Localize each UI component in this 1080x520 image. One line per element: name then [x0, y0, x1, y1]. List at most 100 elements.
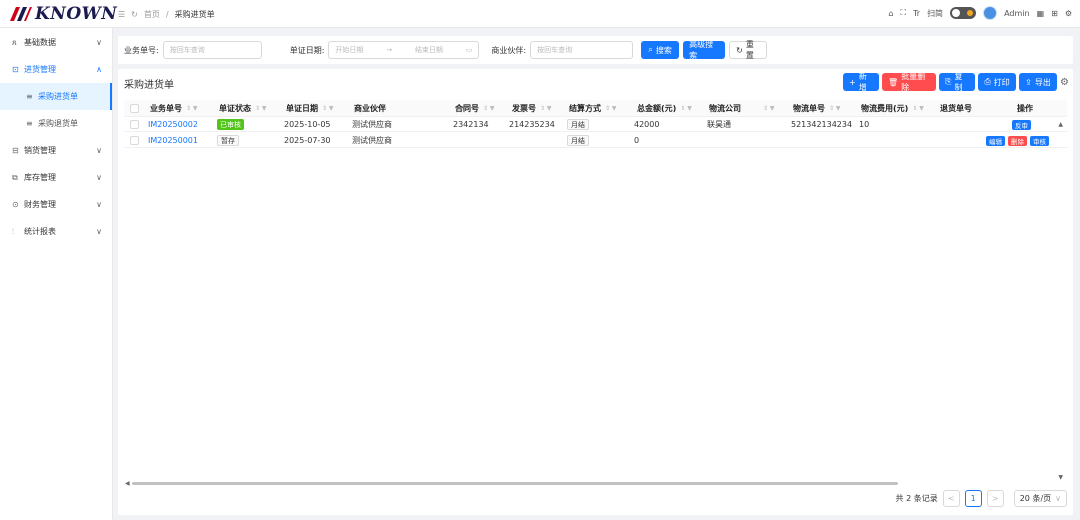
list-icon: ≡ — [26, 92, 33, 101]
page-size-select[interactable]: 20 条/页 ∨ — [1013, 490, 1067, 507]
logo-text: KNOWN — [35, 4, 118, 24]
fullscreen-icon[interactable]: ⛶ — [900, 8, 906, 18]
col-invoice[interactable]: 发票号 ⇕ ▼ — [512, 100, 552, 116]
column-settings-icon[interactable]: ⚙ — [1060, 77, 1069, 88]
col-contract[interactable]: 合同号 ⇕ ▼ — [455, 100, 495, 116]
col-date[interactable]: 单证日期 ⇕ ▼ — [286, 100, 334, 116]
scroll-up-icon[interactable]: ▲ — [1058, 121, 1063, 128]
layout-icon[interactable]: ▦ — [1037, 9, 1045, 18]
select-all-checkbox[interactable] — [130, 100, 139, 116]
biz-no-link[interactable]: IM20250001 — [148, 134, 198, 147]
export-button[interactable]: ⇪ 导出 — [1019, 73, 1058, 91]
home-icon[interactable]: ⌂ — [888, 9, 893, 18]
scroll-left-icon[interactable]: ◀ — [125, 480, 130, 487]
settle-badge: 月结 — [567, 119, 589, 130]
sidebar-item-label: 基础数据 — [24, 38, 56, 47]
date-label: 单证日期: — [289, 45, 325, 55]
print-button[interactable]: ⎙ 打印 — [978, 73, 1017, 91]
avatar[interactable] — [983, 6, 998, 20]
sidebar-item-reports[interactable]: ⫶ 统计报表 ∨ — [0, 218, 112, 245]
partner-input[interactable]: 按回车查询 — [530, 41, 634, 59]
table-row[interactable]: IM20250002 已审核 2025-10-05 测试供应商 2342134 … — [124, 118, 1067, 132]
delete-button[interactable]: 删除 — [1008, 135, 1027, 146]
refresh-icon[interactable]: ↻ — [131, 10, 138, 19]
logo: KNOWN — [10, 4, 118, 24]
scroll-down-icon[interactable]: ▼ — [1058, 474, 1063, 481]
advanced-search-button[interactable]: 高级搜索 — [683, 40, 726, 60]
col-amount[interactable]: 总金额(元) ⇕ ▼ — [637, 100, 692, 116]
outbox-icon: ⊟ — [12, 146, 19, 155]
row-checkbox[interactable] — [130, 134, 139, 147]
col-settle[interactable]: 结算方式 ⇕ ▼ — [569, 100, 617, 116]
col-return-no[interactable]: 退货单号 — [940, 100, 972, 116]
menu-fold-icon[interactable]: ☰ — [118, 10, 125, 19]
sidebar-item-label: 库存管理 — [24, 173, 56, 182]
col-biz-no[interactable]: 业务单号 ⇕ ▼ — [150, 100, 198, 116]
settings-icon[interactable]: ⚙ — [1065, 9, 1072, 18]
reset-button[interactable]: ↻ 重置 — [729, 40, 768, 60]
contract-cell: 2342134 — [453, 120, 489, 129]
amount-cell: 0 — [634, 136, 640, 145]
horizontal-scrollbar[interactable] — [132, 482, 898, 485]
col-label: 操作 — [1017, 103, 1033, 113]
breadcrumb-home[interactable]: 首页 — [144, 9, 160, 20]
col-logistics[interactable]: 物流公司 ⇕ ▼ — [709, 100, 775, 116]
sidebar-item-purchase-return[interactable]: ≡ 采购退货单 — [0, 110, 112, 137]
sort-filter-icon[interactable]: ⇕ ▼ — [605, 105, 617, 112]
status-cell: 已审核 — [217, 118, 244, 131]
batch-delete-button[interactable]: 🗑 批量删除 — [882, 72, 937, 92]
sidebar-item-sales-mgmt[interactable]: ⊟ 销货管理 ∨ — [0, 137, 112, 164]
sort-filter-icon[interactable]: ⇕ ▼ — [829, 105, 841, 112]
sidebar-item-basic-data[interactable]: ጸ 基础数据 ∨ — [0, 29, 112, 56]
biz-no-label: 业务单号: — [124, 45, 159, 55]
search-button[interactable]: ⌕ 搜索 — [641, 41, 680, 59]
sort-filter-icon[interactable]: ⇕ ▼ — [322, 105, 334, 112]
col-label: 单证日期 — [286, 103, 318, 113]
sort-filter-icon[interactable]: ⇕ ▼ — [483, 105, 495, 112]
add-button[interactable]: + 新增 — [843, 72, 880, 92]
page-1-button[interactable]: 1 — [964, 490, 982, 507]
sort-filter-icon[interactable]: ⇕ ▼ — [255, 105, 267, 112]
grid-icon[interactable]: ⊞ — [1051, 9, 1058, 18]
col-fee[interactable]: 物流费用(元) ⇕ ▼ — [861, 100, 924, 116]
sort-filter-icon[interactable]: ⇕ ▼ — [540, 105, 552, 112]
copy-button[interactable]: ⎘ 复制 — [939, 72, 976, 92]
font-size-button[interactable]: Tr — [913, 9, 920, 18]
col-status[interactable]: 单证状态 ⇕ ▼ — [219, 100, 267, 116]
export-button-label: 导出 — [1034, 77, 1051, 87]
breadcrumb: ☰ ↻ 首页 / 采购进货单 — [118, 9, 215, 20]
list-icon: ≡ — [26, 119, 33, 128]
approve-button[interactable]: 审核 — [1030, 135, 1049, 146]
biz-no-link[interactable]: IM20250002 — [148, 118, 198, 131]
total-records: 共 2 条记录 — [895, 494, 938, 503]
sort-filter-icon[interactable]: ⇕ ▼ — [186, 105, 198, 112]
sidebar-item-purchase-receipt[interactable]: ≡ 采购进货单 — [0, 83, 112, 110]
prev-page-button[interactable]: < — [942, 490, 960, 507]
col-label: 商业伙伴 — [354, 103, 386, 113]
col-partner[interactable]: 商业伙伴 ⇕ ▼ — [354, 100, 466, 116]
next-page-button[interactable]: > — [986, 490, 1004, 507]
col-label: 业务单号 — [150, 103, 182, 113]
sort-filter-icon[interactable]: ⇕ ▼ — [912, 105, 924, 112]
logistics-no-cell: 521342134234 — [791, 120, 853, 129]
col-label: 物流费用(元) — [861, 103, 909, 113]
language-button[interactable]: 扫简 — [927, 8, 943, 19]
sort-filter-icon[interactable]: ⇕ ▼ — [763, 105, 775, 112]
col-logistics-no[interactable]: 物流单号 ⇕ ▼ — [793, 100, 841, 116]
chevron-up-icon: ∧ — [96, 65, 102, 74]
col-label: 结算方式 — [569, 103, 601, 113]
partner-cell: 测试供应商 — [352, 136, 392, 145]
sidebar-item-stock-mgmt[interactable]: ⧉ 库存管理 ∨ — [0, 164, 112, 191]
date-range-picker[interactable]: 开始日期 → 结束日期 ▭ — [328, 41, 480, 59]
sidebar-item-purchase-mgmt[interactable]: ⊡ 进货管理 ∧ — [0, 56, 112, 83]
stock-icon: ⧉ — [12, 172, 18, 182]
theme-toggle[interactable] — [950, 7, 977, 19]
biz-no-input[interactable]: 按回车查询 — [162, 41, 262, 59]
row-checkbox[interactable] — [130, 118, 139, 131]
sort-filter-icon[interactable]: ⇕ ▼ — [680, 105, 692, 112]
edit-button[interactable]: 编辑 — [986, 135, 1005, 146]
user-name[interactable]: Admin — [1004, 9, 1030, 18]
unapprove-button[interactable]: 反审 — [1012, 119, 1031, 130]
table-row[interactable]: IM20250001 暂存 2025-07-30 测试供应商 月结 0 编辑 删… — [124, 134, 1067, 148]
sidebar-item-finance-mgmt[interactable]: ⊙ 财务管理 ∨ — [0, 191, 112, 218]
